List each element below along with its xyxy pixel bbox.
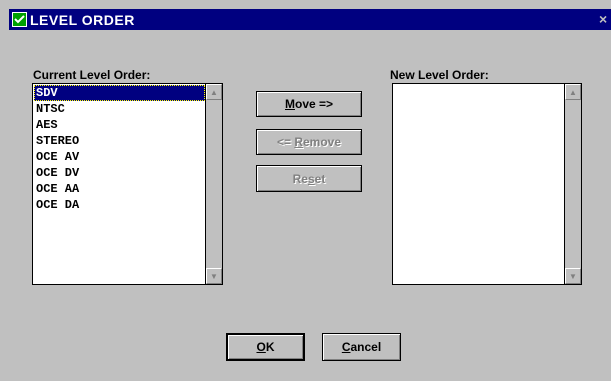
ok-label: K [265,340,275,354]
cancel-button[interactable]: Cancel [322,333,401,361]
list-item[interactable]: OCE DV [34,165,205,181]
cancel-mnemonic: C [341,340,351,354]
window-title: LEVEL ORDER [30,11,135,28]
reset-label: et [314,171,326,186]
list-item[interactable]: OCE AV [34,149,205,165]
current-list-scrollbar[interactable]: ▲ ▼ [205,84,222,284]
new-list-scrollbar[interactable]: ▲ ▼ [564,84,581,284]
remove-label: emove [303,135,342,149]
list-item[interactable]: SDV [34,85,205,101]
remove-button[interactable]: <= Remove [256,129,362,155]
ok-button[interactable]: OK [226,333,305,361]
remove-mnemonic: R [294,135,303,149]
list-item[interactable]: OCE AA [34,181,205,197]
arrow-down-icon[interactable]: ▼ [565,268,581,284]
current-level-list[interactable]: SDV NTSC AES STEREO OCE AV OCE DV OCE AA OCE DA… [32,83,223,285]
move-mnemonic: M [284,97,295,111]
current-level-order-label: Current Level Order: [33,68,151,82]
check-icon[interactable] [12,12,27,27]
reset-mnemonic: s [307,171,315,186]
close-icon[interactable]: × [599,12,611,26]
list-item[interactable]: OCE DA [34,197,205,213]
remove-prefix: <= [276,135,295,149]
move-label: ove => [294,97,334,111]
new-level-list[interactable]: ▲ ▼ [392,83,582,285]
list-item[interactable]: NTSC [34,101,205,117]
reset-button[interactable]: Re s et [256,165,362,192]
move-button[interactable]: Move => [256,91,362,117]
arrow-down-icon[interactable]: ▼ [206,268,222,284]
reset-prefix: Re [292,171,308,186]
ok-mnemonic: O [256,340,266,354]
level-order-dialog: LEVEL ORDER × Current Level Order: SDV NT… [0,0,611,381]
title-bar[interactable]: LEVEL ORDER × [9,9,611,30]
cancel-label: ancel [350,340,382,354]
arrow-up-icon[interactable]: ▲ [206,84,222,100]
new-level-order-label: New Level Order: [390,68,489,82]
list-item[interactable]: STEREO [34,133,205,149]
current-level-items: SDV NTSC AES STEREO OCE AV OCE DV OCE AA OCE DA [34,85,205,213]
arrow-up-icon[interactable]: ▲ [565,84,581,100]
list-item[interactable]: AES [34,117,205,133]
